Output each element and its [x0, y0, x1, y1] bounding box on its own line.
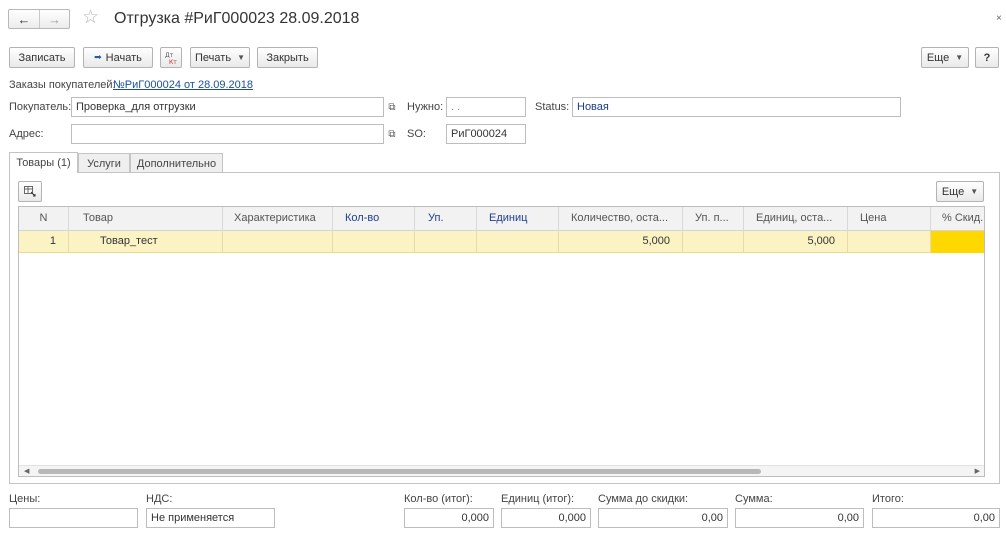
orders-label: Заказы покупателей: — [9, 79, 116, 91]
status-field[interactable]: Новая — [572, 97, 901, 117]
table-more-label: Еще — [941, 185, 965, 198]
before-discount-field: 0,00 — [598, 508, 728, 528]
col-header-pack-remaining[interactable]: Уп. п... — [683, 207, 744, 231]
cell-units-remaining[interactable]: 5,000 — [744, 231, 848, 253]
horizontal-scrollbar[interactable]: ◀ ▶ — [19, 465, 984, 476]
cell-product[interactable]: Товар_тест — [69, 231, 223, 253]
more-button[interactable]: Еще ▼ — [921, 47, 969, 68]
dt-kt-button[interactable]: Дт Кт — [160, 47, 182, 68]
vat-field[interactable]: Не применяется — [146, 508, 275, 528]
favorite-star-icon[interactable]: ☆ — [82, 6, 99, 28]
navigation-buttons: ← → — [8, 9, 70, 29]
scroll-left-icon[interactable]: ◀ — [24, 466, 29, 476]
prices-field[interactable] — [9, 508, 138, 528]
buyer-field[interactable]: Проверка_для отгрузки — [71, 97, 384, 117]
tab-goods-label: Товары (1) — [16, 157, 71, 169]
total-label: Итого: — [872, 493, 904, 505]
cell-pack[interactable] — [415, 231, 477, 253]
needed-label: Нужно: — [407, 101, 444, 113]
table-header: N Товар Характеристика Кол-во Уп. Единиц… — [19, 207, 984, 231]
cell-characteristic[interactable] — [223, 231, 333, 253]
close-button[interactable]: Закрыть — [257, 47, 318, 68]
col-header-qty[interactable]: Кол-во — [333, 207, 415, 231]
status-label: Status: — [535, 101, 570, 113]
dt-kt-icon: Дт Кт — [165, 52, 177, 65]
col-header-qty-remaining[interactable]: Количество, оста... — [559, 207, 683, 231]
chevron-down-icon: ▼ — [970, 187, 979, 196]
scrollbar-thumb[interactable] — [38, 469, 761, 474]
svg-text:Дт: Дт — [165, 52, 174, 59]
cell-units[interactable] — [477, 231, 559, 253]
open-buyer-icon[interactable]: ⧉ — [385, 97, 399, 117]
start-button[interactable]: ➡ Начать — [83, 47, 153, 68]
units-total-field: 0,000 — [501, 508, 591, 528]
cell-qty[interactable] — [333, 231, 415, 253]
open-address-icon[interactable]: ⧉ — [385, 124, 399, 144]
qty-total-label: Кол-во (итог): — [404, 493, 473, 505]
chevron-down-icon: ▼ — [237, 53, 245, 62]
tab-goods[interactable]: Товары (1) — [9, 152, 78, 173]
save-button[interactable]: Записать — [9, 47, 75, 68]
before-discount-label: Сумма до скидки: — [598, 493, 689, 505]
help-button-label: ? — [983, 51, 991, 64]
col-header-price[interactable]: Цена — [848, 207, 931, 231]
tab-additional-label: Дополнительно — [136, 157, 217, 170]
close-icon[interactable]: × — [996, 13, 1002, 24]
tab-services-label: Услуги — [87, 157, 121, 170]
address-label: Адрес: — [9, 128, 44, 140]
sum-field: 0,00 — [735, 508, 864, 528]
scroll-right-icon[interactable]: ▶ — [975, 466, 980, 476]
prices-label: Цены: — [9, 493, 41, 505]
more-button-label: Еще — [926, 51, 950, 64]
col-header-product[interactable]: Товар — [69, 207, 223, 231]
col-header-pack[interactable]: Уп. — [415, 207, 477, 231]
fill-table-button[interactable] — [18, 181, 42, 202]
cell-n[interactable]: 1 — [19, 231, 69, 253]
col-header-characteristic[interactable]: Характеристика — [223, 207, 333, 231]
start-icon: ➡ — [94, 52, 102, 62]
close-button-label: Закрыть — [266, 51, 309, 64]
needed-date-field[interactable]: . . — [446, 97, 526, 117]
cell-discount[interactable] — [931, 231, 984, 253]
address-field[interactable] — [71, 124, 384, 144]
units-total-label: Единиц (итог): — [501, 493, 575, 505]
buyer-label: Покупатель: — [9, 101, 72, 113]
table-more-button[interactable]: Еще ▼ — [936, 181, 984, 202]
table-fill-icon — [24, 186, 36, 197]
col-header-units[interactable]: Единиц — [477, 207, 559, 231]
cell-qty-remaining[interactable]: 5,000 — [559, 231, 683, 253]
tab-services[interactable]: Услуги — [78, 153, 130, 173]
col-header-units-remaining[interactable]: Единиц, оста... — [744, 207, 848, 231]
print-button[interactable]: Печать ▼ — [190, 47, 250, 68]
cell-price[interactable] — [848, 231, 931, 253]
chevron-down-icon: ▼ — [955, 53, 964, 62]
total-field: 0,00 — [872, 508, 1000, 528]
svg-text:Кт: Кт — [169, 59, 177, 65]
sum-label: Сумма: — [735, 493, 773, 505]
orders-link[interactable]: №РиГ000024 от 28.09.2018 — [113, 79, 253, 91]
table-row[interactable]: 1 Товар_тест 5,000 5,000 — [19, 231, 984, 253]
tab-additional[interactable]: Дополнительно — [130, 153, 223, 173]
so-label: SO: — [407, 128, 426, 140]
vat-label: НДС: — [146, 493, 173, 505]
cell-pack-remaining[interactable] — [683, 231, 744, 253]
so-field[interactable]: РиГ000024 — [446, 124, 526, 144]
col-header-discount[interactable]: % Скид... — [931, 207, 984, 231]
qty-total-field: 0,000 — [404, 508, 494, 528]
page-title: Отгрузка #РиГ000023 28.09.2018 — [114, 10, 360, 27]
back-button[interactable]: ← — [9, 10, 39, 28]
print-button-label: Печать — [195, 51, 232, 64]
col-header-n[interactable]: N — [19, 207, 69, 231]
goods-table: N Товар Характеристика Кол-во Уп. Единиц… — [18, 206, 985, 477]
save-button-label: Записать — [18, 51, 66, 64]
forward-button[interactable]: → — [39, 10, 69, 28]
start-button-label: Начать — [105, 51, 142, 64]
help-button[interactable]: ? — [975, 47, 999, 68]
